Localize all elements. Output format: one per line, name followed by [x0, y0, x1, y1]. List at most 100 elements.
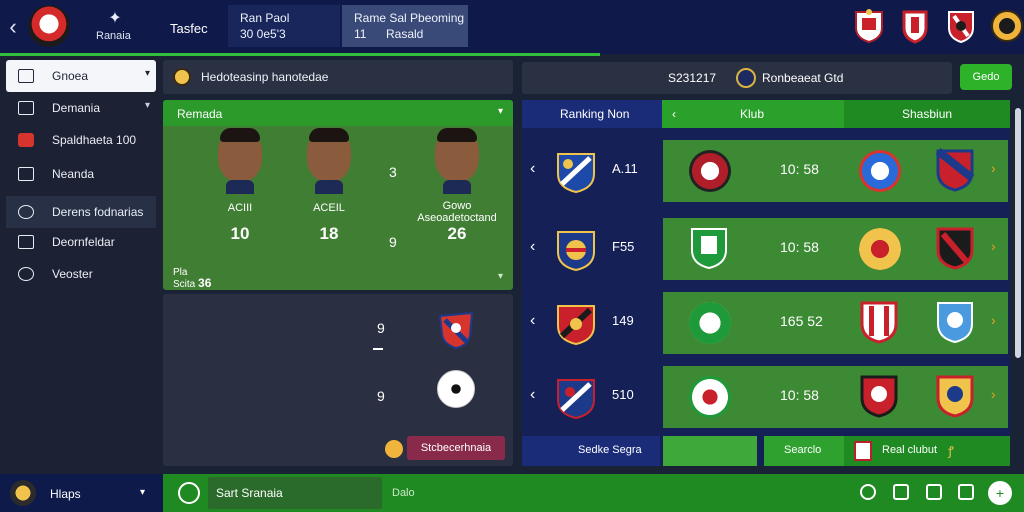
chat-icon[interactable]: [926, 484, 942, 500]
footer-club-tab[interactable]: Real clubut ꝭ: [844, 436, 1010, 466]
col-header-label: Klub: [740, 107, 765, 121]
go-button[interactable]: Gedo: [960, 64, 1012, 90]
square-icon: [18, 101, 34, 115]
chevron-right-icon[interactable]: ›: [991, 238, 996, 254]
match-stat-1: 9: [377, 320, 385, 336]
competition-tag[interactable]: Stcbecerhnaia: [407, 436, 505, 460]
sidebar-item-demania[interactable]: Demania ▾: [6, 92, 156, 124]
squad-panel-title: Remada: [177, 107, 223, 121]
chevron-left-icon[interactable]: ‹: [530, 386, 535, 404]
chevron-right-icon[interactable]: ›: [991, 312, 996, 328]
crest-icon: [935, 148, 975, 192]
sidebar-item-neanda[interactable]: Neanda: [6, 158, 156, 190]
flag-icon: [18, 133, 34, 147]
col-header-shasbiun[interactable]: Shasbiun: [844, 100, 1010, 128]
crest-icon: [936, 375, 974, 418]
search-input[interactable]: Sart Sranaia: [208, 477, 382, 509]
player-card[interactable]: Gowo Aseoadetoctand 26: [407, 128, 507, 244]
football-icon: [437, 370, 475, 408]
footer-league[interactable]: Sedke Segra: [522, 436, 660, 466]
sidebar-item-label: Derens fodnarias: [52, 205, 144, 219]
row-left: ‹ A.11: [522, 138, 660, 204]
squad-mid-number-bottom: 9: [389, 234, 397, 250]
team-header-title: Hedoteasinp hanotedae: [201, 70, 329, 84]
crest-icon: [557, 153, 595, 194]
table-row[interactable]: ‹ F55 10: 58 ›: [522, 216, 1010, 282]
crest-icon-2[interactable]: [898, 8, 932, 44]
add-icon[interactable]: +: [988, 481, 1012, 505]
footer-search-tab[interactable]: Searclo: [764, 436, 844, 466]
team-header[interactable]: Hedoteasinp hanotedae: [163, 60, 513, 94]
fixture-club-name: Ronbeaeat Gtd: [762, 71, 844, 85]
back-button[interactable]: ‹: [4, 14, 22, 40]
match-card-1[interactable]: Ran Paol 30 0e5'3: [228, 5, 340, 47]
crest-icon-4[interactable]: [990, 8, 1024, 44]
sidebar-item-deornfeldar[interactable]: Deornfeldar: [6, 226, 156, 258]
player-card[interactable]: ACIII 10: [195, 128, 285, 244]
trophy-icon: [385, 440, 403, 458]
player-name: ACIII: [227, 202, 253, 214]
col-header-klub[interactable]: ‹ Klub: [662, 100, 844, 128]
table-row[interactable]: ‹ 149 165 52 ›: [522, 290, 1010, 356]
crest-icon-1[interactable]: [852, 8, 886, 44]
search-icon[interactable]: [860, 484, 876, 500]
match-card-2[interactable]: Rame Sal Pbeoming 11 Rasald: [342, 5, 468, 47]
crest-icon: [937, 302, 973, 344]
clipboard-icon[interactable]: [893, 484, 909, 500]
player-card[interactable]: ACEIL 18: [284, 128, 374, 244]
squad-panel-header[interactable]: Remada ▾: [163, 100, 513, 126]
club-crest-icon: [736, 68, 756, 88]
sidebar-item-label: Deornfeldar: [52, 235, 115, 249]
row-right: 165 52 ›: [663, 292, 1008, 354]
player-avatar: [435, 128, 479, 194]
sidebar-item-spaldhaeta[interactable]: Spaldhaeta 100: [6, 124, 156, 156]
row-left: ‹ 510: [522, 364, 660, 430]
chevron-left-icon[interactable]: ‹: [530, 312, 535, 330]
refresh-icon[interactable]: [178, 482, 200, 504]
crest-icon: [860, 375, 898, 418]
scrollbar[interactable]: [1015, 108, 1021, 358]
footer-blank-tab[interactable]: [663, 436, 757, 466]
row-left: ‹ F55: [522, 216, 660, 282]
col-header-label: Shasbiun: [902, 107, 953, 121]
row-right: 10: 58 ›: [663, 366, 1008, 428]
player-number: 10: [230, 224, 250, 243]
bookmark-icon: [18, 235, 34, 249]
fixture-header[interactable]: S231217 Ronbeaeat Gtd: [522, 62, 952, 94]
player-name: Gowo Aseoadetoctand: [417, 200, 497, 224]
sidebar-item-label: Neanda: [52, 167, 95, 181]
sidebar-item-derens[interactable]: Derens fodnarias: [6, 196, 156, 228]
chevron-left-icon[interactable]: ‹: [530, 160, 535, 178]
squad-panel: Remada ▾ ACIII 10 ACEIL 18 3 9 Gowo Aseo…: [163, 100, 513, 290]
chevron-down-icon[interactable]: ▾: [140, 487, 145, 498]
sidebar-item-gnoea[interactable]: Gnoea ▾: [6, 60, 156, 92]
chevron-down-icon[interactable]: ▾: [498, 271, 503, 282]
top-tab[interactable]: Tasfec: [170, 21, 208, 36]
crest-icon: [438, 311, 474, 350]
chevron-right-icon[interactable]: ›: [991, 386, 996, 402]
chevron-left-icon[interactable]: ‹: [530, 238, 535, 256]
table-row[interactable]: ‹ A.11 10: 58 ›: [522, 138, 1010, 204]
team-crest-icon: [173, 68, 191, 86]
club-logo[interactable]: [28, 5, 70, 47]
chevron-down-icon: ▾: [144, 100, 150, 111]
footer-club-icon: ꝭ: [948, 444, 954, 458]
fixtures-table: Ranking Non ‹ Klub Shasbiun ‹ A.11 10: 5…: [522, 100, 1010, 466]
row-time: 10: 58: [780, 387, 819, 403]
row-right: 10: 58 ›: [663, 218, 1008, 280]
crest-icon-3[interactable]: [944, 8, 978, 44]
table-row[interactable]: ‹ 510 10: 58 ›: [522, 364, 1010, 430]
sidebar-item-veoster[interactable]: Veoster: [6, 258, 156, 290]
row-value: 510: [612, 387, 634, 402]
window-icon[interactable]: [958, 484, 974, 500]
avatar[interactable]: [10, 480, 36, 506]
sidebar-item-label: Gnoea: [52, 69, 89, 83]
bottom-menu-label[interactable]: Hlaps: [50, 487, 81, 501]
club-badge-icon: [859, 150, 901, 192]
fixture-score: S231217: [668, 71, 717, 85]
club-badge-icon: [689, 150, 731, 192]
match-stat-2: 9: [377, 388, 385, 404]
chevron-right-icon[interactable]: ›: [991, 160, 996, 176]
col-header-ranking[interactable]: Ranking Non: [522, 100, 662, 128]
chevron-left-icon: ‹: [672, 107, 676, 121]
